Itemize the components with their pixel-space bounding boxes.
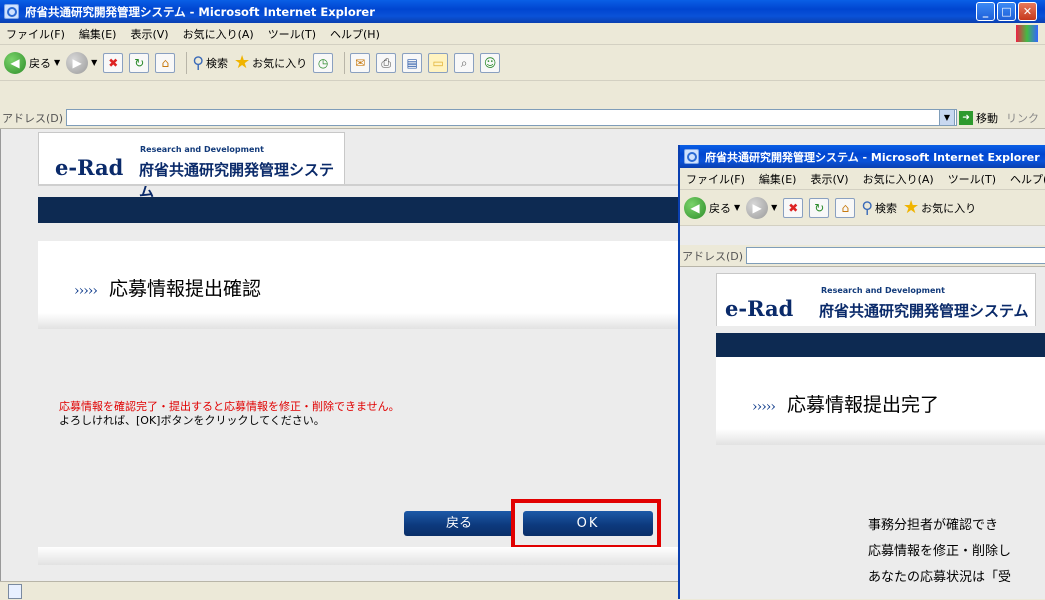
navy-band: [38, 197, 678, 223]
second-heading-stripe: [716, 429, 1045, 445]
second-heading-arrows-icon: ›››››: [752, 399, 776, 415]
back-page-button[interactable]: 戻る: [404, 511, 514, 536]
page-title: 応募情報提出確認: [109, 278, 262, 300]
second-address-input[interactable]: [746, 247, 1045, 264]
home-icon[interactable]: ⌂: [155, 52, 176, 73]
second-menu-edit[interactable]: 編集(E): [759, 171, 797, 187]
menu-help[interactable]: ヘルプ(H): [330, 26, 380, 42]
edit-icon[interactable]: ▤: [402, 52, 423, 73]
second-menubar: ファイル(F) 編集(E) 表示(V) お気に入り(A) ツール(T) ヘルプ(…: [680, 168, 1045, 190]
erad-logo: e-Rad Research and Development 府省共通研究開発管…: [38, 132, 345, 200]
menu-file[interactable]: ファイル(F): [6, 26, 65, 42]
second-forward-button[interactable]: ▶ ▼: [746, 196, 777, 219]
bottom-stripe: [38, 547, 678, 565]
menu-favorites[interactable]: お気に入り(A): [183, 26, 254, 42]
menu-edit[interactable]: 編集(E): [79, 26, 117, 42]
second-refresh-icon[interactable]: ↻: [809, 197, 830, 218]
second-window-title: 府省共通研究開発管理システム - Microsoft Internet Expl…: [705, 150, 1040, 164]
second-stop-icon[interactable]: ✖: [783, 197, 804, 218]
ie-icon: [4, 4, 19, 19]
menu-tools[interactable]: ツール(T): [268, 26, 316, 42]
main-menubar: ファイル(F) 編集(E) 表示(V) お気に入り(A) ツール(T) ヘルプ(…: [0, 23, 1045, 45]
second-ie-icon: [684, 149, 699, 164]
second-search-button[interactable]: ⚲ 検索: [861, 198, 897, 217]
second-logo-mark: e-Rad: [725, 296, 794, 321]
history-icon[interactable]: ◷: [313, 52, 334, 73]
second-star-icon: ★: [903, 197, 920, 218]
second-menu-favorites[interactable]: お気に入り(A): [863, 171, 934, 187]
close-icon[interactable]: ✕: [1018, 2, 1037, 21]
search-icon: ⚲: [192, 53, 205, 72]
second-favorites-button[interactable]: ★ お気に入り: [903, 197, 976, 218]
second-erad-logo: e-Rad Research and Development 府省共通研究開発管…: [716, 273, 1036, 326]
print-icon[interactable]: ⎙: [376, 52, 397, 73]
stop-icon[interactable]: ✖: [103, 52, 124, 73]
address-dropdown-icon[interactable]: ▼: [939, 109, 955, 126]
second-body-line-1: 事務分担者が確認でき: [868, 518, 999, 533]
second-forward-arrow-icon: ▶: [746, 196, 769, 219]
forward-arrow-icon: ▶: [66, 51, 89, 74]
second-window: 府省共通研究開発管理システム - Microsoft Internet Expl…: [678, 145, 1045, 599]
logo-underline: [38, 184, 678, 186]
heading-arrows-icon: ›››››: [74, 283, 98, 299]
heading-stripe: [38, 313, 678, 329]
logo-system-name: 府省共通研究開発管理システム: [139, 161, 335, 200]
second-titlebar[interactable]: 府省共通研究開発管理システム - Microsoft Internet Expl…: [680, 145, 1045, 168]
main-addressbar: アドレス(D) ▼ ➜ 移動 リンク: [0, 107, 1045, 129]
second-navy-band: [716, 333, 1045, 357]
instruction-text: よろしければ、[OK]ボタンをクリックしてください。: [59, 414, 325, 427]
second-address-label: アドレス(D): [682, 249, 744, 263]
windows-flag-icon: [1016, 25, 1038, 42]
main-window-title: 府省共通研究開発管理システム - Microsoft Internet Expl…: [25, 4, 375, 19]
second-menu-view[interactable]: 表示(V): [810, 171, 848, 187]
forward-button[interactable]: ▶ ▼: [66, 51, 97, 74]
mail-icon[interactable]: ✉: [350, 52, 371, 73]
second-home-icon[interactable]: ⌂: [835, 197, 856, 218]
second-menu-help[interactable]: ヘルプ(H): [1010, 171, 1045, 187]
folder-icon[interactable]: ▭: [428, 52, 449, 73]
address-input[interactable]: [66, 109, 957, 126]
maximize-icon[interactable]: □: [997, 2, 1016, 21]
ok-highlight-box: [511, 499, 661, 549]
menu-view[interactable]: 表示(V): [130, 26, 168, 42]
back-button[interactable]: ◀ 戻る ▼: [4, 51, 60, 74]
second-menu-tools[interactable]: ツール(T): [948, 171, 996, 187]
second-toolbar: ◀ 戻る ▼ ▶ ▼ ✖ ↻ ⌂ ⚲ 検索 ★ お気に入り: [680, 190, 1045, 226]
main-toolbar: ◀ 戻る ▼ ▶ ▼ ✖ ↻ ⌂ ⚲ 検索 ★ お気に入り ◷ ✉ ⎙ ▤ ▭ …: [0, 45, 1045, 81]
page-heading: ››››› 応募情報提出確認: [74, 274, 261, 301]
back-arrow-icon: ◀: [4, 51, 26, 74]
second-search-icon: ⚲: [861, 198, 874, 217]
research-icon[interactable]: ⌕: [454, 52, 475, 73]
messenger-icon[interactable]: ☺: [480, 52, 501, 73]
logo-subtitle: Research and Development: [140, 145, 264, 154]
second-page-title: 応募情報提出完了: [787, 394, 940, 416]
second-logo-system-name: 府省共通研究開発管理システム: [819, 302, 1029, 320]
go-arrow-icon: ➜: [959, 110, 973, 125]
search-button[interactable]: ⚲ 検索: [192, 53, 228, 72]
second-back-button[interactable]: ◀ 戻る ▼: [684, 196, 740, 219]
second-body-line-2: 応募情報を修正・削除し: [868, 544, 1012, 559]
logo-mark: e-Rad: [55, 155, 124, 180]
refresh-icon[interactable]: ↻: [129, 52, 150, 73]
second-addressbar: アドレス(D): [680, 245, 1045, 267]
second-menu-file[interactable]: ファイル(F): [686, 171, 745, 187]
second-logo-subtitle: Research and Development: [821, 286, 945, 295]
second-page-heading: ››››› 応募情報提出完了: [752, 390, 939, 417]
second-back-arrow-icon: ◀: [684, 196, 706, 219]
second-body-line-3: あなたの応募状況は「受: [868, 570, 1012, 585]
star-icon: ★: [234, 52, 251, 73]
links-label[interactable]: リンク: [1006, 110, 1039, 126]
address-label: アドレス(D): [2, 111, 64, 125]
minimize-icon[interactable]: _: [976, 2, 995, 21]
main-titlebar[interactable]: 府省共通研究開発管理システム - Microsoft Internet Expl…: [0, 0, 1045, 23]
go-button[interactable]: ➜ 移動: [959, 110, 998, 126]
favorites-button[interactable]: ★ お気に入り: [234, 52, 307, 73]
page-icon: [8, 584, 22, 599]
